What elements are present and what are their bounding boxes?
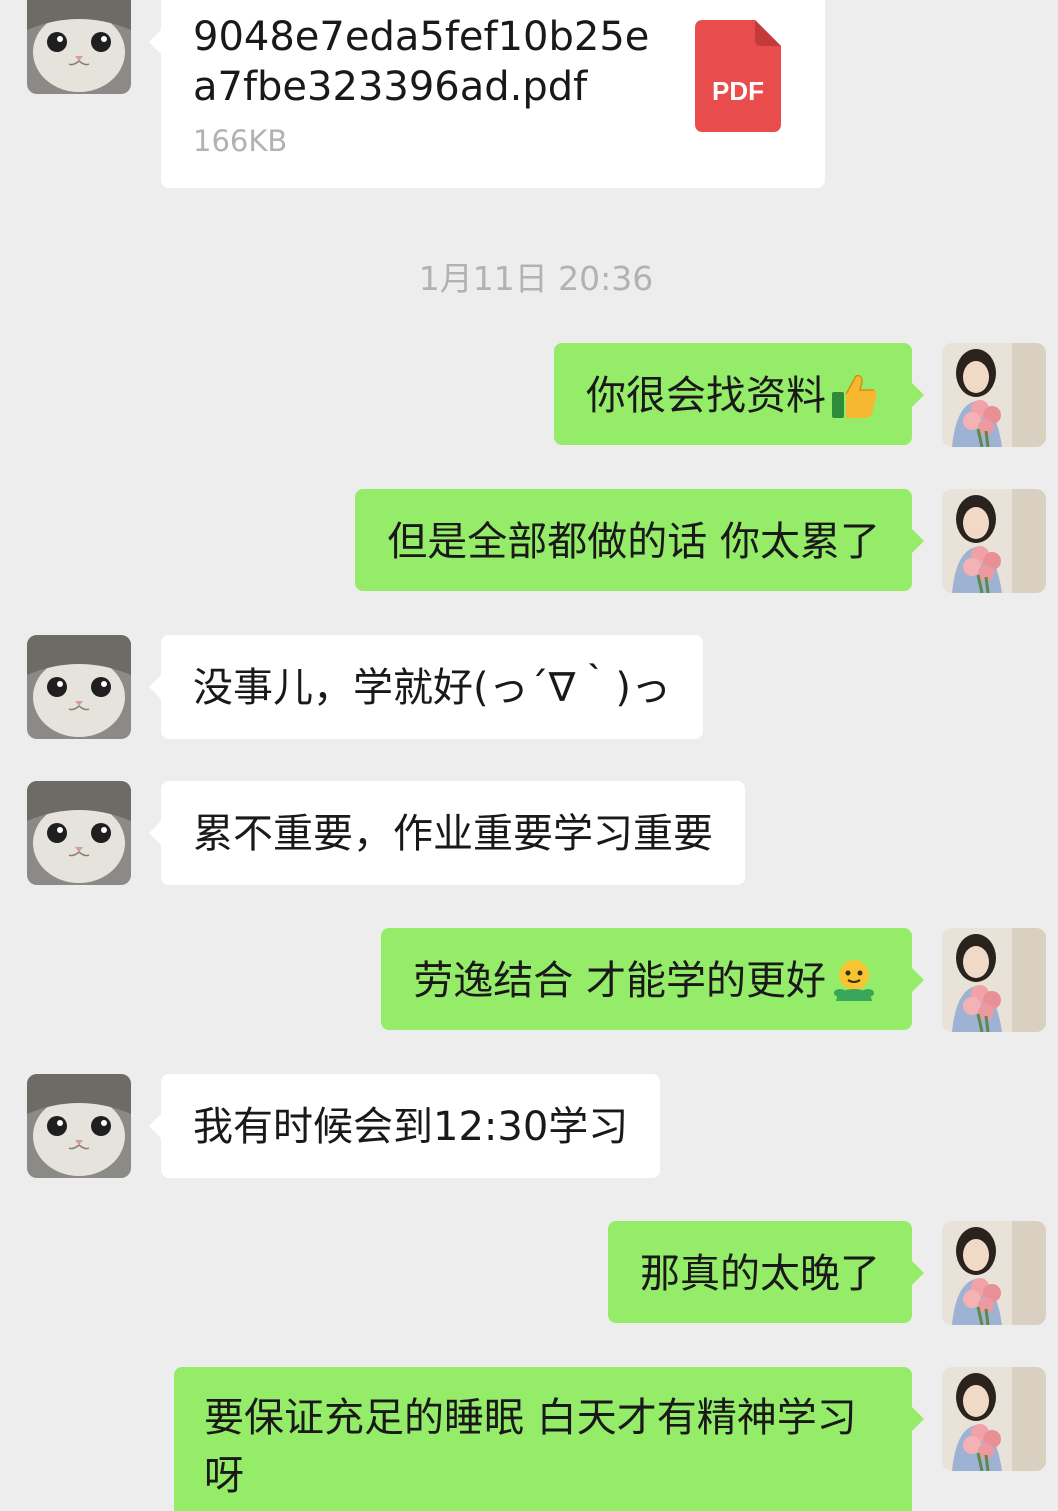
message-text: 你很会找资料 (586, 373, 826, 419)
file-size: 166KB (193, 124, 288, 158)
girl-with-flowers-avatar[interactable] (942, 1221, 1046, 1325)
message-text: 劳逸结合 才能学的更好 (413, 958, 826, 1004)
thumbs-up-emoji (832, 374, 877, 418)
message-bubble-outgoing[interactable]: 但是全部都做的话 你太累了 (355, 489, 924, 591)
file-message-card[interactable]: 9048e7eda5fef10b25ea7fbe323396ad.pdf 166… (149, 0, 825, 188)
file-name: 9048e7eda5fef10b25ea7fbe323396ad.pdf (193, 14, 650, 110)
message-text: 累不重要，作业重要学习重要 (193, 811, 713, 857)
message-text: 那真的太晚了 (640, 1251, 880, 1297)
cat-avatar[interactable] (27, 1074, 131, 1178)
message-bubble-outgoing[interactable]: 你很会找资料 (554, 343, 924, 445)
message-text: 没事儿，学就好(っ´∇｀)っ (193, 665, 671, 711)
chat-view: 9048e7eda5fef10b25ea7fbe323396ad.pdf 166… (0, 0, 1058, 1511)
message-text: 要保证充足的睡眠 白天才有精神学习呀 (204, 1395, 857, 1499)
message-text: 我有时候会到12:30学习 (193, 1104, 629, 1150)
girl-with-flowers-avatar[interactable] (942, 343, 1046, 447)
cat-avatar[interactable] (27, 781, 131, 885)
message-timestamp: 1月11日 20:36 (418, 259, 654, 298)
cat-avatar[interactable] (27, 635, 131, 739)
message-bubble-outgoing[interactable]: 那真的太晚了 (608, 1221, 924, 1323)
cat-avatar[interactable] (27, 0, 131, 94)
girl-with-flowers-avatar[interactable] (942, 1367, 1046, 1471)
girl-with-flowers-avatar[interactable] (942, 928, 1046, 1032)
girl-with-flowers-avatar[interactable] (942, 489, 1046, 593)
message-bubble-incoming[interactable]: 没事儿，学就好(っ´∇｀)っ (149, 635, 703, 739)
hug-emoji (834, 960, 874, 1001)
message-bubble-incoming[interactable]: 累不重要，作业重要学习重要 (149, 781, 745, 885)
message-bubble-outgoing[interactable]: 要保证充足的睡眠 白天才有精神学习呀 (174, 1367, 924, 1511)
pdf-label: PDF (712, 76, 764, 106)
pdf-file-icon: PDF (695, 20, 781, 132)
message-bubble-incoming[interactable]: 我有时候会到12:30学习 (148, 1074, 661, 1178)
message-bubble-outgoing[interactable]: 劳逸结合 才能学的更好 (381, 928, 924, 1030)
message-text: 但是全部都做的话 你太累了 (387, 519, 880, 565)
